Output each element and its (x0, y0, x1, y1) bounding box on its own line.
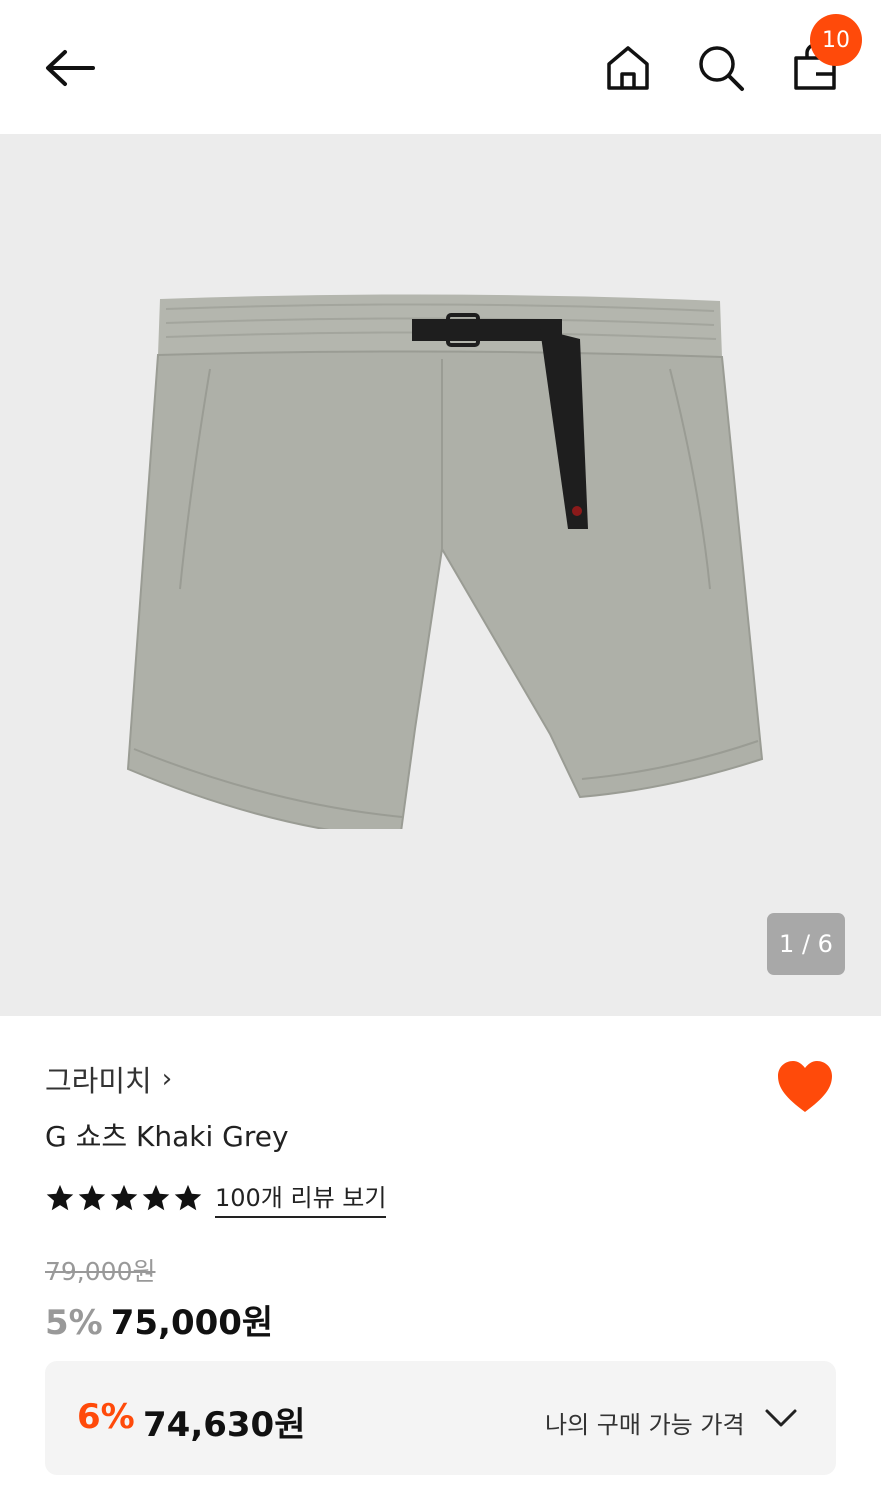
product-image-gallery[interactable]: 1 / 6 (0, 134, 881, 1016)
star-icon (110, 1184, 138, 1211)
product-image (126, 294, 764, 829)
my-best-price-panel[interactable]: 6% 74,630원 나의 구매 가능 가격 (45, 1361, 836, 1475)
brand-link[interactable]: 그라미치 › (45, 1058, 172, 1100)
price-row: 5% 75,000원 (45, 1295, 273, 1344)
best-price-label: 나의 구매 가능 가격 (545, 1411, 745, 1439)
best-price: 74,630원 (143, 1405, 306, 1445)
star-icon (78, 1184, 106, 1211)
top-nav-bar: 10 (0, 0, 881, 134)
rating-stars (45, 1183, 203, 1213)
wishlist-button[interactable] (774, 1058, 836, 1116)
search-icon (699, 46, 744, 91)
sale-price: 75,000원 (110, 1303, 274, 1343)
star-icon (174, 1184, 202, 1211)
heart-icon (778, 1061, 832, 1112)
image-counter: 1 / 6 (767, 913, 845, 975)
star-icon (142, 1184, 170, 1211)
star-icon (46, 1184, 74, 1211)
original-price: 79,000원 (45, 1257, 156, 1286)
rating-row: 100개 리뷰 보기 (45, 1178, 387, 1218)
best-discount-rate: 6% (77, 1397, 135, 1437)
brand-name: 그라미치 (45, 1064, 152, 1098)
search-button[interactable] (688, 36, 754, 100)
discount-rate: 5% (45, 1303, 103, 1343)
cart-count-badge: 10 (810, 14, 862, 66)
home-button[interactable] (596, 36, 660, 100)
product-title: G 쇼츠 Khaki Grey (45, 1120, 289, 1153)
chevron-down-icon (765, 1409, 797, 1427)
home-icon (607, 46, 649, 90)
reviews-link[interactable]: 100개 리뷰 보기 (215, 1178, 387, 1218)
arrow-left-icon (46, 50, 95, 86)
back-button[interactable] (30, 30, 110, 106)
chevron-right-icon: › (161, 1064, 173, 1094)
